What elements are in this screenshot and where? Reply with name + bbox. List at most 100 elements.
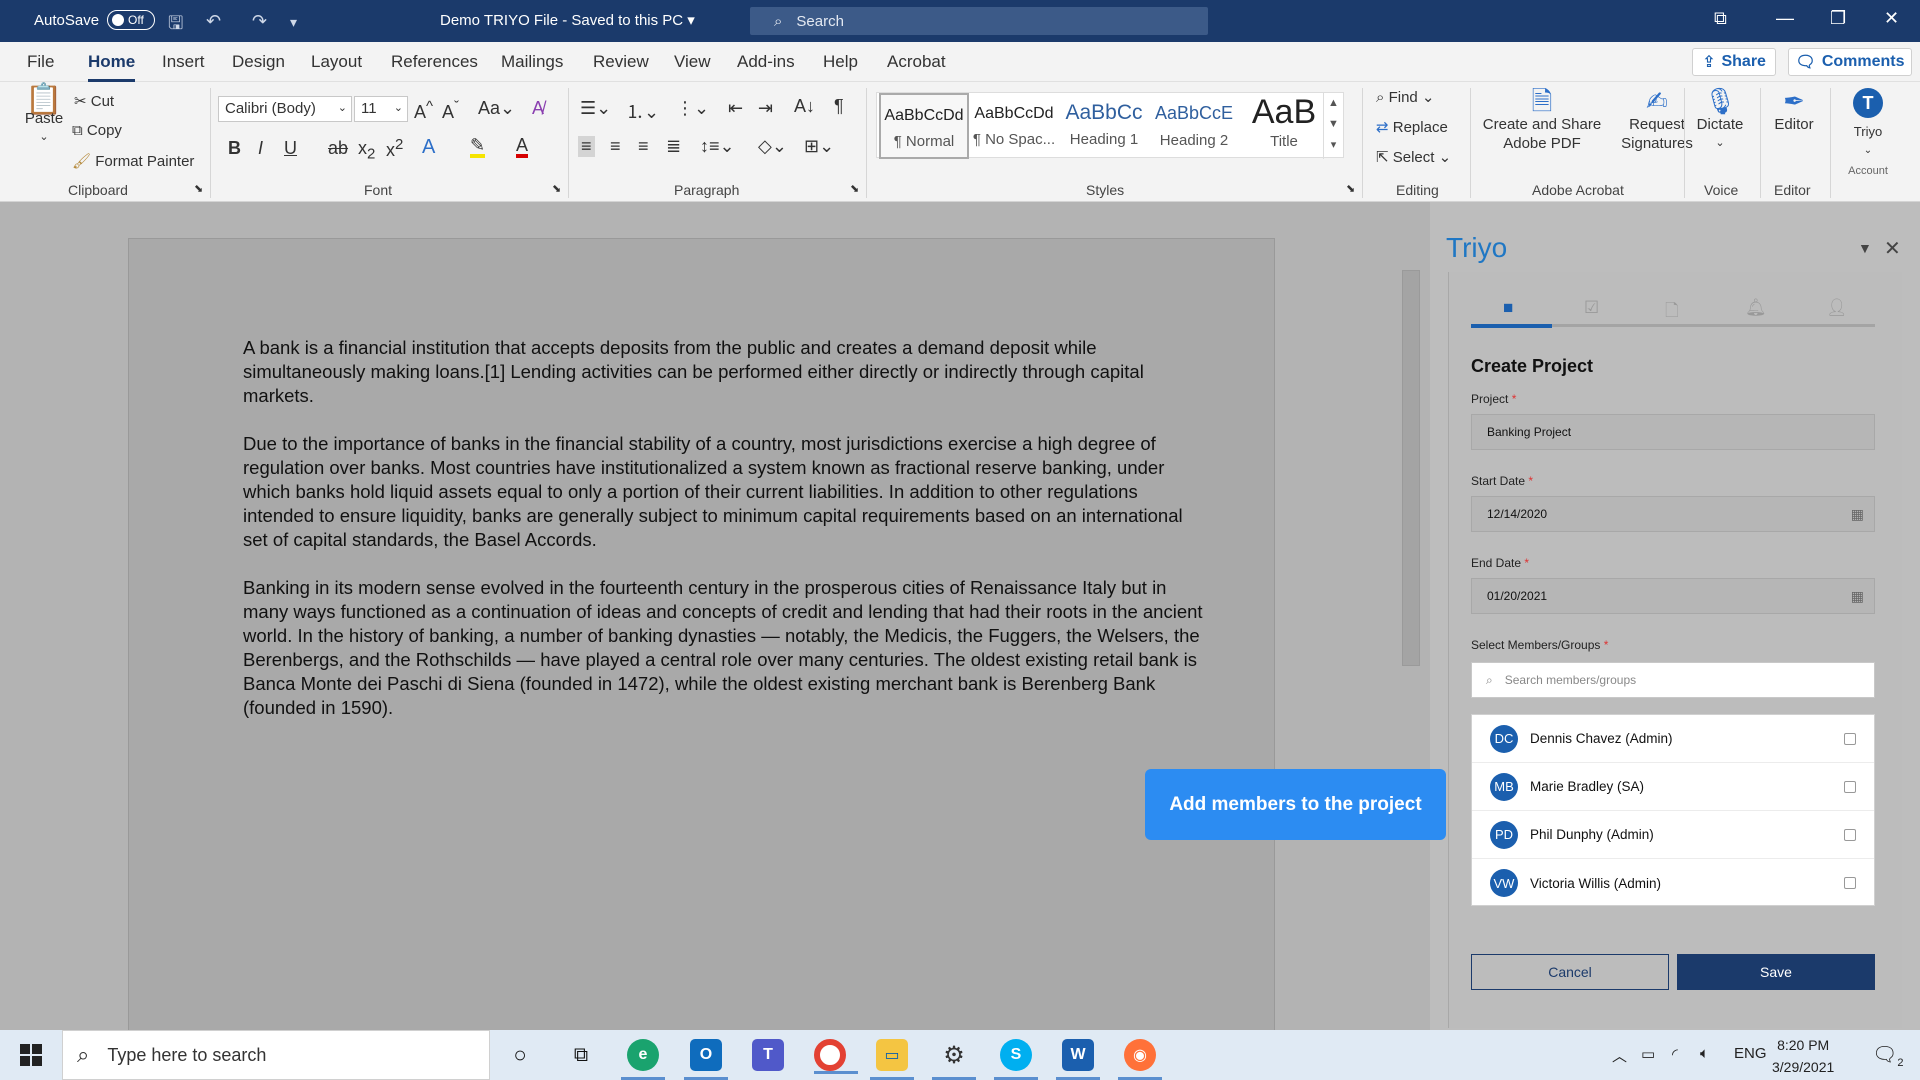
shrink-font-icon[interactable]: Aˇ (442, 98, 459, 123)
italic-icon[interactable]: I (258, 138, 263, 159)
cortana-icon[interactable]: ○ (504, 1039, 536, 1071)
bullets-icon[interactable]: ☰⌄ (580, 98, 611, 119)
font-dialog-launcher-icon[interactable]: ⬊ (552, 182, 561, 195)
notifications-bell-icon[interactable]: 🔔︎ (1745, 298, 1767, 318)
outlook-icon[interactable]: O (684, 1039, 728, 1080)
style-normal[interactable]: AaBbCcDd ¶ Normal (879, 93, 969, 159)
change-case-icon[interactable]: Aa⌄ (478, 98, 515, 119)
dialog-launcher-icon[interactable]: ⬊ (194, 182, 203, 195)
pane-close-icon[interactable]: ✕ (1884, 236, 1901, 261)
dictate-button[interactable]: 🎙 Dictate ⌄ (1692, 88, 1748, 153)
align-right-icon[interactable]: ≡ (638, 136, 649, 157)
minimize-icon[interactable]: — (1776, 8, 1794, 29)
shading-icon[interactable]: ◇⌄ (758, 136, 787, 157)
styles-dialog-launcher-icon[interactable]: ⬊ (1346, 182, 1355, 195)
style-no-spacing[interactable]: AaBbCcDd ¶ No Spac... (969, 93, 1059, 159)
save-button[interactable]: Save (1677, 954, 1875, 990)
highlight-icon[interactable]: ✎ (470, 136, 486, 158)
undo-icon[interactable]: ↶ (206, 11, 221, 32)
members-search-input[interactable]: ⌕ Search members/groups (1471, 662, 1875, 698)
tab-layout[interactable]: Layout (311, 52, 362, 72)
style-title[interactable]: AaB Title (1239, 93, 1329, 159)
tab-design[interactable]: Design (232, 52, 285, 72)
multilevel-list-icon[interactable]: ⋮⌄ (676, 98, 709, 119)
subscript-icon[interactable]: x2 (358, 138, 375, 163)
file-explorer-icon[interactable]: ▭ (870, 1039, 914, 1080)
grow-font-icon[interactable]: A^ (414, 98, 433, 123)
input-language[interactable]: ENG (1734, 1045, 1767, 1062)
system-clock[interactable]: 8:20 PM 3/29/2021 (1772, 1034, 1834, 1078)
taskbar-search-input[interactable]: ⌕ Type here to search (62, 1030, 490, 1080)
wifi-icon[interactable]: ◜ (1672, 1045, 1678, 1063)
document-paragraph[interactable]: Banking in its modern sense evolved in t… (243, 576, 1203, 720)
battery-icon[interactable]: ▭ (1641, 1045, 1655, 1063)
tab-add-ins[interactable]: Add-ins (737, 52, 795, 72)
document-scrollbar[interactable] (1402, 270, 1420, 666)
text-effects-icon[interactable]: A (422, 136, 435, 159)
align-center-icon[interactable]: ≡ (610, 136, 621, 157)
volume-icon[interactable]: 🔈︎ (1700, 1045, 1709, 1062)
documents-icon[interactable]: 🗋 (1665, 298, 1679, 327)
task-view-icon[interactable]: ⧉ (565, 1039, 597, 1071)
justify-icon[interactable]: ≣ (666, 136, 681, 157)
pane-options-icon[interactable]: ▼ (1858, 240, 1872, 256)
copy-button[interactable]: ⧉ Copy (72, 122, 122, 139)
cut-button[interactable]: ✂ Cut (74, 92, 114, 110)
tasks-check-icon[interactable]: ☑ (1584, 298, 1599, 318)
profile-user-icon[interactable]: 👤︎ (1826, 298, 1848, 318)
share-button[interactable]: ⇪ Share (1692, 48, 1776, 76)
tab-review[interactable]: Review (593, 52, 649, 72)
tab-references[interactable]: References (391, 52, 478, 72)
tab-help[interactable]: Help (823, 52, 858, 72)
word-icon[interactable]: W (1056, 1039, 1100, 1080)
request-signatures-button[interactable]: ✍ Request Signatures (1610, 88, 1704, 153)
strikethrough-icon[interactable]: ab (328, 138, 348, 159)
teams-icon[interactable]: T (752, 1039, 784, 1071)
editor-button[interactable]: ✒ Editor (1768, 88, 1820, 134)
calendar-icon[interactable]: ▦ (1851, 506, 1864, 523)
triyo-account-button[interactable]: T Triyo ⌄ Account (1840, 88, 1896, 181)
restore-icon[interactable]: ❐ (1830, 8, 1846, 29)
paste-button[interactable]: 📋 Paste ⌄ (22, 85, 66, 147)
increase-indent-icon[interactable]: ⇥ (758, 98, 773, 119)
member-checkbox[interactable] (1844, 828, 1856, 841)
member-row[interactable]: DC Dennis Chavez (Admin) (1472, 715, 1874, 763)
ribbon-display-options-icon[interactable]: ⧉ (1714, 8, 1727, 29)
tab-insert[interactable]: Insert (162, 52, 205, 72)
decrease-indent-icon[interactable]: ⇤ (728, 98, 743, 119)
line-spacing-icon[interactable]: ↕≡⌄ (700, 136, 735, 157)
close-icon[interactable]: ✕ (1884, 8, 1899, 29)
end-date-input[interactable]: 01/20/2021 ▦ (1471, 578, 1875, 614)
member-checkbox[interactable] (1844, 732, 1856, 745)
align-left-icon[interactable]: ≡ (578, 136, 595, 157)
search-box[interactable]: ⌕ Search (750, 7, 1208, 35)
replace-button[interactable]: ⇄ Replace (1376, 118, 1448, 136)
select-button[interactable]: ⇱ Select ⌄ (1376, 148, 1451, 166)
project-name-input[interactable]: Banking Project (1471, 414, 1875, 450)
clear-formatting-icon[interactable]: A̸ (532, 98, 544, 119)
document-paragraph[interactable]: A bank is a financial institution that a… (243, 336, 1203, 408)
find-button[interactable]: ⌕ Find ⌄ (1376, 88, 1435, 106)
document-title[interactable]: Demo TRIYO File - Saved to this PC ▾ (440, 11, 695, 29)
settings-gear-icon[interactable]: ⚙ (932, 1039, 976, 1080)
notifications-icon[interactable]: 🗨︎2 (1872, 1042, 1904, 1069)
member-row[interactable]: VW Victoria Willis (Admin) (1472, 859, 1874, 907)
redo-icon[interactable]: ↷ (252, 11, 267, 32)
font-size-select[interactable]: 11 ⌄ (354, 96, 408, 122)
paragraph-dialog-launcher-icon[interactable]: ⬊ (850, 182, 859, 195)
superscript-icon[interactable]: x2 (386, 136, 403, 161)
style-heading-2[interactable]: AaBbCcE Heading 2 (1149, 93, 1239, 159)
numbering-icon[interactable]: ⒈⌄ (626, 98, 659, 124)
tab-view[interactable]: View (674, 52, 711, 72)
tab-home[interactable]: Home (88, 52, 136, 82)
format-painter-button[interactable]: 🖌 Format Painter (72, 152, 194, 170)
bold-icon[interactable]: B (228, 138, 241, 159)
show-formatting-icon[interactable]: ¶ (834, 96, 844, 117)
show-hidden-icons-icon[interactable]: ︿ (1612, 1045, 1627, 1066)
chrome-icon[interactable] (814, 1039, 858, 1074)
autosave-toggle[interactable]: Off (107, 10, 156, 30)
calendar-icon[interactable]: ▦ (1851, 588, 1864, 605)
edge-browser-icon[interactable]: e (621, 1039, 665, 1080)
member-checkbox[interactable] (1844, 780, 1856, 793)
document-paragraph[interactable]: Due to the importance of banks in the fi… (243, 432, 1203, 552)
